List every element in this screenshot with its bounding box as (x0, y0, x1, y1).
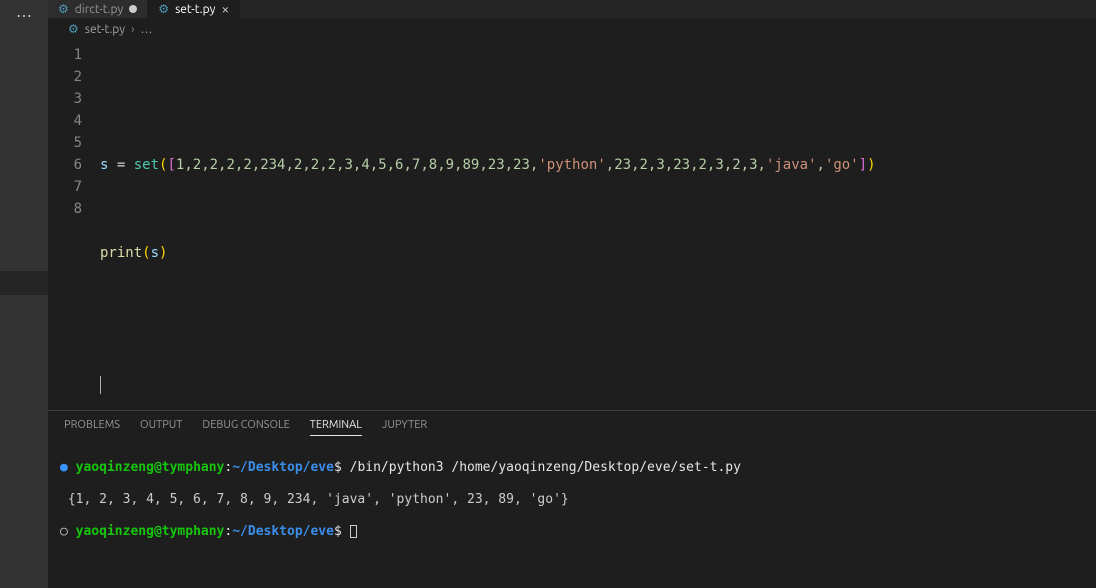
status-dot-icon: ○ (60, 524, 68, 539)
panel-tab-problems[interactable]: PROBLEMS (64, 419, 120, 436)
line-number: 1 (48, 44, 82, 66)
code-line[interactable]: s = set([1,2,2,2,2,234,2,2,2,3,4,5,6,7,8… (100, 154, 1096, 176)
tab-set-t[interactable]: ⚙ set-t.py × (148, 0, 240, 18)
activity-selected-indicator (0, 271, 48, 295)
close-icon[interactable]: × (221, 2, 229, 16)
code-line[interactable] (100, 198, 1096, 220)
code-line[interactable] (100, 330, 1096, 352)
bottom-panel: PROBLEMS OUTPUT DEBUG CONSOLE TERMINAL J… (48, 410, 1096, 588)
breadcrumb-separator-icon: › (131, 23, 134, 36)
code-line[interactable] (100, 110, 1096, 132)
line-number: 8 (48, 198, 82, 220)
code-editor[interactable]: 1 2 3 4 5 6 7 8 s = set([1,2,2,2,2,234,2… (48, 40, 1096, 410)
line-number: 6 (48, 154, 82, 176)
code-area[interactable]: s = set([1,2,2,2,2,234,2,2,2,3,4,5,6,7,8… (100, 40, 1096, 410)
panel-tabs: PROBLEMS OUTPUT DEBUG CONSOLE TERMINAL J… (48, 411, 1096, 440)
python-icon: ⚙ (58, 2, 69, 16)
tab-label: set-t.py (175, 3, 215, 16)
python-icon: ⚙ (158, 2, 169, 16)
panel-tab-jupyter[interactable]: JUPYTER (382, 419, 427, 436)
activity-bar[interactable]: ⋯ (0, 0, 48, 588)
more-icon[interactable]: ⋯ (0, 0, 48, 31)
line-number: 2 (48, 66, 82, 88)
terminal-line: {1, 2, 3, 4, 5, 6, 7, 8, 9, 234, 'java',… (60, 492, 1084, 508)
line-number: 3 (48, 88, 82, 110)
panel-tab-debug-console[interactable]: DEBUG CONSOLE (202, 419, 289, 436)
breadcrumb[interactable]: ⚙ set-t.py › … (48, 18, 1096, 40)
code-line[interactable]: print(s) (100, 242, 1096, 264)
terminal[interactable]: ● yaoqinzeng@tymphany:~/Desktop/eve$ /bi… (48, 440, 1096, 588)
editor-tabs: ⚙ dirct-t.py ⚙ set-t.py × (48, 0, 1096, 18)
terminal-line: ○ yaoqinzeng@tymphany:~/Desktop/eve$ (60, 524, 1084, 540)
code-line[interactable] (100, 374, 1096, 396)
line-number: 7 (48, 176, 82, 198)
python-icon: ⚙ (68, 22, 79, 36)
terminal-cursor-icon (350, 525, 357, 538)
code-line[interactable] (100, 286, 1096, 308)
terminal-line: ● yaoqinzeng@tymphany:~/Desktop/eve$ /bi… (60, 460, 1084, 476)
tab-label: dirct-t.py (75, 3, 124, 16)
dirty-indicator-icon[interactable] (129, 5, 137, 13)
panel-tab-terminal[interactable]: TERMINAL (310, 419, 362, 436)
text-cursor-icon (100, 376, 101, 394)
line-number: 4 (48, 110, 82, 132)
line-number: 5 (48, 132, 82, 154)
panel-tab-output[interactable]: OUTPUT (140, 419, 182, 436)
line-number-gutter: 1 2 3 4 5 6 7 8 (48, 40, 100, 410)
code-line[interactable] (100, 66, 1096, 88)
status-dot-icon: ● (60, 460, 68, 475)
tab-dirct-t[interactable]: ⚙ dirct-t.py (48, 0, 148, 18)
breadcrumb-more: … (140, 23, 152, 36)
breadcrumb-file: set-t.py (85, 23, 125, 36)
